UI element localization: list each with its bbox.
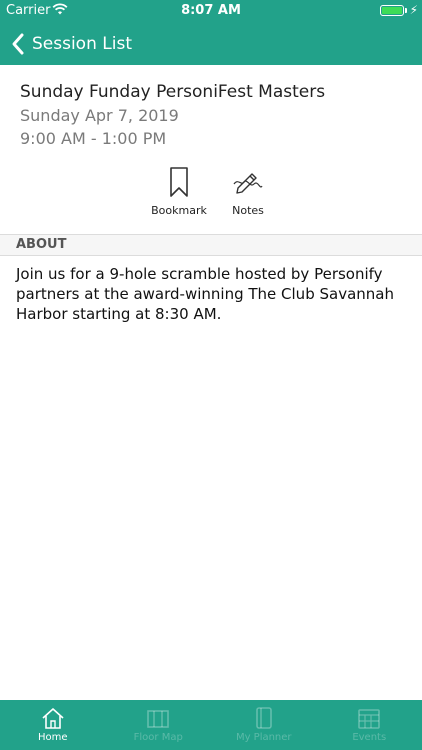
battery-tip — [405, 8, 407, 13]
tab-home-label: Home — [37, 732, 68, 743]
home-icon — [42, 708, 64, 729]
session-header: Sunday Funday PersoniFest Masters Sunday… — [0, 66, 422, 150]
navigation-bar: Carrier 8:07 AM ⚡ Session List — [0, 0, 422, 65]
planner-icon — [255, 707, 272, 729]
about-text: Join us for a 9-hole scramble hosted by … — [16, 265, 394, 323]
session-time-range: 9:00 AM - 1:00 PM — [20, 129, 167, 148]
battery-icon — [380, 5, 404, 16]
tab-events-label: Events — [352, 732, 387, 743]
tab-events[interactable]: Events — [317, 700, 422, 750]
session-date: Sunday Apr 7, 2019 — [20, 106, 179, 125]
tab-my-planner[interactable]: My Planner — [211, 700, 317, 750]
status-time: 8:07 AM — [181, 3, 241, 18]
back-button[interactable]: Session List — [8, 30, 132, 58]
map-icon — [147, 710, 170, 728]
tab-floor-map-label: Floor Map — [133, 732, 183, 743]
bookmark-button[interactable]: Bookmark — [148, 166, 210, 217]
back-button-label: Session List — [32, 34, 132, 54]
notes-label: Notes — [232, 204, 264, 217]
chevron-left-icon — [12, 33, 24, 55]
notes-button[interactable]: Notes — [222, 166, 274, 217]
tab-home[interactable]: Home — [0, 700, 106, 750]
tab-floor-map[interactable]: Floor Map — [106, 700, 212, 750]
calendar-icon — [358, 709, 381, 729]
session-title: Sunday Funday PersoniFest Masters — [20, 82, 326, 102]
status-bar: Carrier 8:07 AM ⚡ — [0, 0, 422, 22]
bookmark-icon — [170, 167, 188, 197]
bookmark-label: Bookmark — [151, 204, 207, 217]
tab-bar: Home Floor Map My Planner Events — [0, 700, 422, 750]
session-actions: Bookmark Notes — [0, 166, 422, 226]
charging-icon: ⚡ — [409, 3, 418, 17]
tab-my-planner-label: My Planner — [235, 732, 292, 743]
about-section-header: ABOUT — [0, 234, 422, 256]
notes-pencil-icon — [233, 173, 263, 194]
